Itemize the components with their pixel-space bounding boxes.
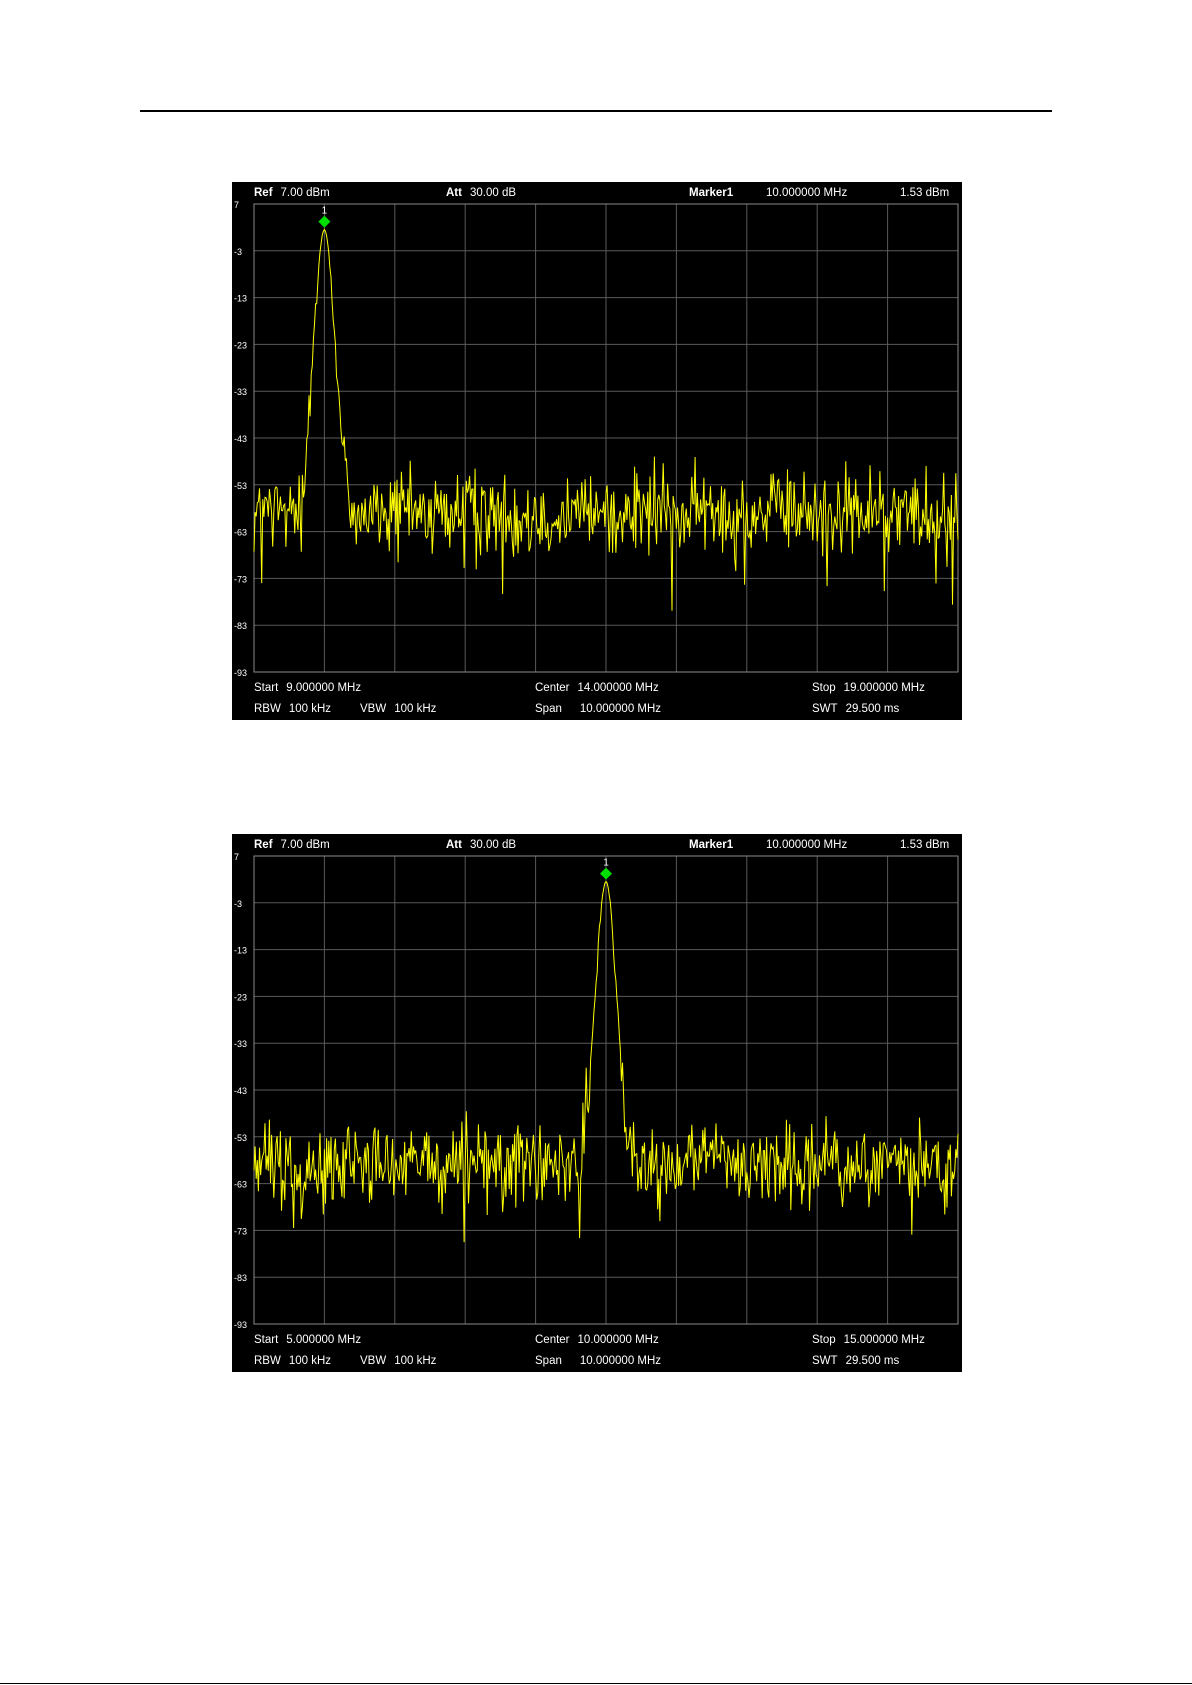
spectrum-plot-1: 7 -3 -13 -23 -33 -43 -53 -63 -73 -83 -93 1: [234, 200, 959, 678]
y-tick-label: -43: [234, 1086, 247, 1096]
y-tick-label: -73: [234, 574, 247, 584]
y-tick-label: -53: [234, 1133, 247, 1143]
spectrum-screen-1: 7 -3 -13 -23 -33 -43 -53 -63 -73 -83 -93 1 Ref 7.00 …: [232, 182, 962, 720]
y-tick-label: -13: [234, 946, 247, 956]
y-tick-label: -3: [234, 247, 242, 257]
att-readout: Att 30.00 dB: [446, 839, 517, 851]
marker-1-diamond: [600, 867, 612, 880]
y-tick-label: -63: [234, 528, 247, 538]
y-tick-label: -23: [234, 992, 247, 1002]
vbw-readout: VBW 100 kHz: [360, 1355, 437, 1367]
marker-1-number: 1: [603, 858, 609, 869]
vbw-readout: VBW 100 kHz: [360, 703, 437, 715]
att-readout: Att 30.00 dB: [446, 187, 517, 199]
ref-readout: Ref 7.00 dBm: [254, 839, 330, 851]
y-tick-label: -23: [234, 340, 247, 350]
header-rule: [140, 110, 1052, 112]
marker-level: 1.53 dBm: [900, 187, 950, 199]
y-tick-label: 7: [234, 200, 239, 210]
start-readout: Start 9.000000 MHz: [254, 682, 362, 694]
y-tick-label: -33: [234, 1039, 247, 1049]
marker-1-diamond: [318, 215, 331, 228]
rbw-readout: RBW 100 kHz: [254, 703, 332, 715]
y-tick-label: -93: [234, 668, 247, 678]
marker-label: Marker1: [689, 187, 734, 199]
stop-readout: Stop 15.000000 MHz: [812, 1334, 925, 1346]
swt-readout: SWT 29.500 ms: [812, 703, 900, 715]
ref-readout: Ref 7.00 dBm: [254, 187, 330, 199]
start-readout: Start 5.000000 MHz: [254, 1334, 362, 1346]
y-tick-label: 7: [234, 852, 239, 862]
stop-readout: Stop 19.000000 MHz: [812, 682, 925, 694]
footer-rule: [0, 1683, 1192, 1684]
marker-freq: 10.000000 MHz: [766, 187, 848, 199]
spectrum-plot-2: 7 -3 -13 -23 -33 -43 -53 -63 -73 -83 -93 1: [234, 852, 959, 1330]
marker-1-number: 1: [322, 206, 328, 217]
span-readout: Span 10.000000 MHz: [535, 1355, 662, 1367]
rbw-readout: RBW 100 kHz: [254, 1355, 332, 1367]
y-tick-label: -93: [234, 1320, 247, 1330]
y-tick-label: -53: [234, 481, 247, 491]
y-tick-label: -43: [234, 434, 247, 444]
y-tick-label: -63: [234, 1180, 247, 1190]
marker-freq: 10.000000 MHz: [766, 839, 848, 851]
y-tick-label: -3: [234, 899, 242, 909]
marker-level: 1.53 dBm: [900, 839, 950, 851]
y-tick-label: -13: [234, 294, 247, 304]
center-readout: Center 14.000000 MHz: [535, 682, 659, 694]
y-tick-label: -33: [234, 387, 247, 397]
span-readout: Span 10.000000 MHz: [535, 703, 662, 715]
grid: [253, 855, 959, 1325]
y-tick-label: -83: [234, 1273, 247, 1283]
marker-label: Marker1: [689, 839, 734, 851]
center-readout: Center 10.000000 MHz: [535, 1334, 659, 1346]
y-tick-label: -73: [234, 1226, 247, 1236]
y-tick-label: -83: [234, 621, 247, 631]
spectrum-screen-2: 7 -3 -13 -23 -33 -43 -53 -63 -73 -83 -93 1 Ref 7.00 …: [232, 834, 962, 1372]
swt-readout: SWT 29.500 ms: [812, 1355, 900, 1367]
grid: [253, 203, 959, 673]
